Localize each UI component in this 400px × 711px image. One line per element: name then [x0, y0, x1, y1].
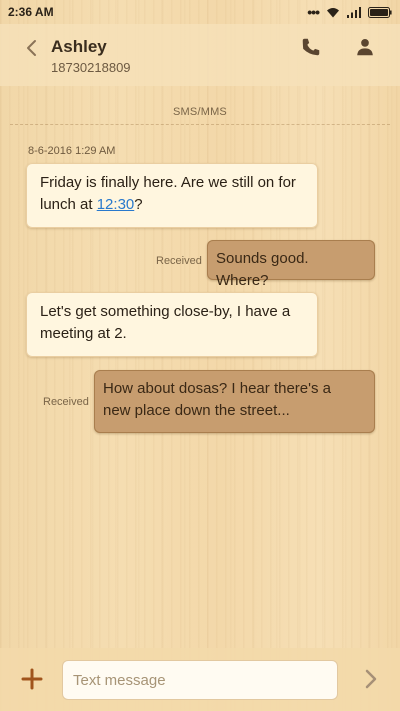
message-timestamp: 8-6-2016 1:29 AM: [28, 145, 116, 157]
channel-label: SMS/MMS: [173, 106, 227, 118]
chevron-left-icon[interactable]: [22, 36, 42, 60]
message-composer: [0, 648, 400, 711]
received-status: Received: [156, 255, 202, 267]
message-text-end: ?: [134, 196, 143, 213]
message-text: Friday is finally here. Are we still on …: [40, 174, 296, 213]
message-text: Sounds good. Where?: [216, 250, 309, 289]
time-link[interactable]: 12:30: [97, 196, 135, 213]
outgoing-message-bubble[interactable]: Sounds good. Where?: [207, 240, 375, 289]
wifi-icon: [327, 7, 339, 17]
message-text: Let's get something close-by, I have a m…: [40, 303, 291, 342]
conversation-header: Ashley 18730218809: [0, 24, 400, 86]
status-bar: 2:36 AM •••: [0, 0, 400, 24]
status-icons: •••: [307, 5, 392, 19]
incoming-message-bubble[interactable]: Let's get something close-by, I have a m…: [26, 292, 318, 357]
signal-icon: [347, 6, 361, 18]
message-text: How about dosas? I hear there's a new pl…: [103, 380, 332, 419]
channel-divider: [10, 124, 390, 125]
incoming-message-bubble[interactable]: Friday is finally here. Are we still on …: [26, 163, 318, 228]
more-notifications-indicator: •••: [307, 4, 320, 20]
contact-name[interactable]: Ashley: [51, 37, 107, 57]
status-time: 2:36 AM: [8, 5, 54, 19]
message-input[interactable]: [62, 660, 338, 700]
plus-icon[interactable]: [21, 668, 43, 690]
received-status: Received: [43, 396, 89, 408]
send-chevron-icon[interactable]: [360, 668, 382, 690]
battery-icon: [368, 6, 392, 18]
phone-icon[interactable]: [300, 36, 322, 58]
outgoing-message-bubble[interactable]: How about dosas? I hear there's a new pl…: [94, 370, 375, 433]
contact-number: 18730218809: [51, 60, 131, 75]
person-icon[interactable]: [354, 36, 376, 58]
